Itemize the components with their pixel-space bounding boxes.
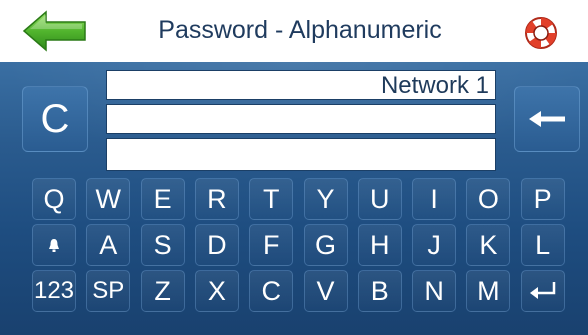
key-r[interactable]: R xyxy=(194,178,239,220)
network-label-field: Network 1 xyxy=(106,70,496,100)
key-label: K xyxy=(479,229,498,260)
key-o[interactable]: O xyxy=(466,178,511,220)
help-button[interactable] xyxy=(522,14,560,52)
back-button[interactable] xyxy=(22,10,88,52)
backspace-button[interactable] xyxy=(514,86,580,152)
enter-icon xyxy=(529,282,555,299)
key-p[interactable]: P xyxy=(520,178,565,220)
key-123[interactable]: 123 xyxy=(32,270,76,312)
key-d[interactable]: D xyxy=(194,224,239,266)
key-l[interactable]: L xyxy=(520,224,565,266)
green-left-arrow-icon xyxy=(22,10,86,52)
key-label: B xyxy=(370,275,389,306)
key-v[interactable]: V xyxy=(303,270,348,312)
key-label: Q xyxy=(43,183,65,214)
key-c[interactable]: C xyxy=(249,270,294,312)
key-label: H xyxy=(370,229,390,260)
clear-button[interactable]: C xyxy=(22,86,88,152)
left-arrow-icon xyxy=(529,111,565,127)
key-f[interactable]: F xyxy=(249,224,294,266)
keyboard-panel: Network 1 C Q W E R T Y U I O P A S D F G H J K L 123 SP Z X C V… xyxy=(0,62,588,335)
key-label: L xyxy=(535,229,551,260)
key-label: C xyxy=(261,275,281,306)
key-label: Z xyxy=(154,275,171,306)
key-label: X xyxy=(207,275,226,306)
key-label: P xyxy=(533,183,552,214)
key-s[interactable]: S xyxy=(140,224,185,266)
key-a[interactable]: A xyxy=(86,224,131,266)
key-i[interactable]: I xyxy=(412,178,457,220)
key-q[interactable]: Q xyxy=(32,178,76,220)
key-y[interactable]: Y xyxy=(303,178,348,220)
key-label: V xyxy=(316,275,335,306)
shift-bell-icon xyxy=(49,239,59,252)
key-label: S xyxy=(153,229,172,260)
key-label: D xyxy=(207,229,227,260)
key-sp[interactable]: SP xyxy=(86,270,131,312)
key-label: SP xyxy=(92,277,125,304)
key-n[interactable]: N xyxy=(412,270,457,312)
password-input-line-2[interactable] xyxy=(106,138,496,171)
key-label: 123 xyxy=(33,277,75,304)
key-label: E xyxy=(153,183,172,214)
shift-key[interactable] xyxy=(32,224,76,266)
key-label: N xyxy=(424,275,444,306)
key-label: O xyxy=(477,183,499,214)
key-h[interactable]: H xyxy=(357,224,402,266)
key-m[interactable]: M xyxy=(466,270,511,312)
key-z[interactable]: Z xyxy=(140,270,185,312)
key-label: W xyxy=(95,183,122,214)
key-w[interactable]: W xyxy=(86,178,131,220)
lifebuoy-icon xyxy=(525,17,557,49)
password-input-line-1[interactable] xyxy=(106,104,496,134)
key-g[interactable]: G xyxy=(303,224,348,266)
key-label: U xyxy=(370,183,390,214)
key-label: F xyxy=(262,229,280,260)
title-bar: Password - Alphanumeric xyxy=(0,0,588,63)
key-x[interactable]: X xyxy=(194,270,239,312)
key-j[interactable]: J xyxy=(412,224,457,266)
page-title: Password - Alphanumeric xyxy=(158,16,442,44)
enter-key[interactable] xyxy=(520,270,565,312)
key-label: G xyxy=(314,229,336,260)
key-label: T xyxy=(262,183,280,214)
key-u[interactable]: U xyxy=(357,178,402,220)
key-label: J xyxy=(427,229,441,260)
key-e[interactable]: E xyxy=(140,178,185,220)
key-k[interactable]: K xyxy=(466,224,511,266)
key-label: M xyxy=(477,275,500,306)
key-b[interactable]: B xyxy=(357,270,402,312)
key-label: R xyxy=(207,183,227,214)
password-screen: Password - Alphanumeric Network 1 C Q W … xyxy=(0,0,588,335)
key-label: A xyxy=(99,229,118,260)
key-label: Y xyxy=(316,183,335,214)
key-t[interactable]: T xyxy=(249,178,294,220)
key-label: I xyxy=(430,183,438,214)
network-label: Network 1 xyxy=(380,72,489,99)
